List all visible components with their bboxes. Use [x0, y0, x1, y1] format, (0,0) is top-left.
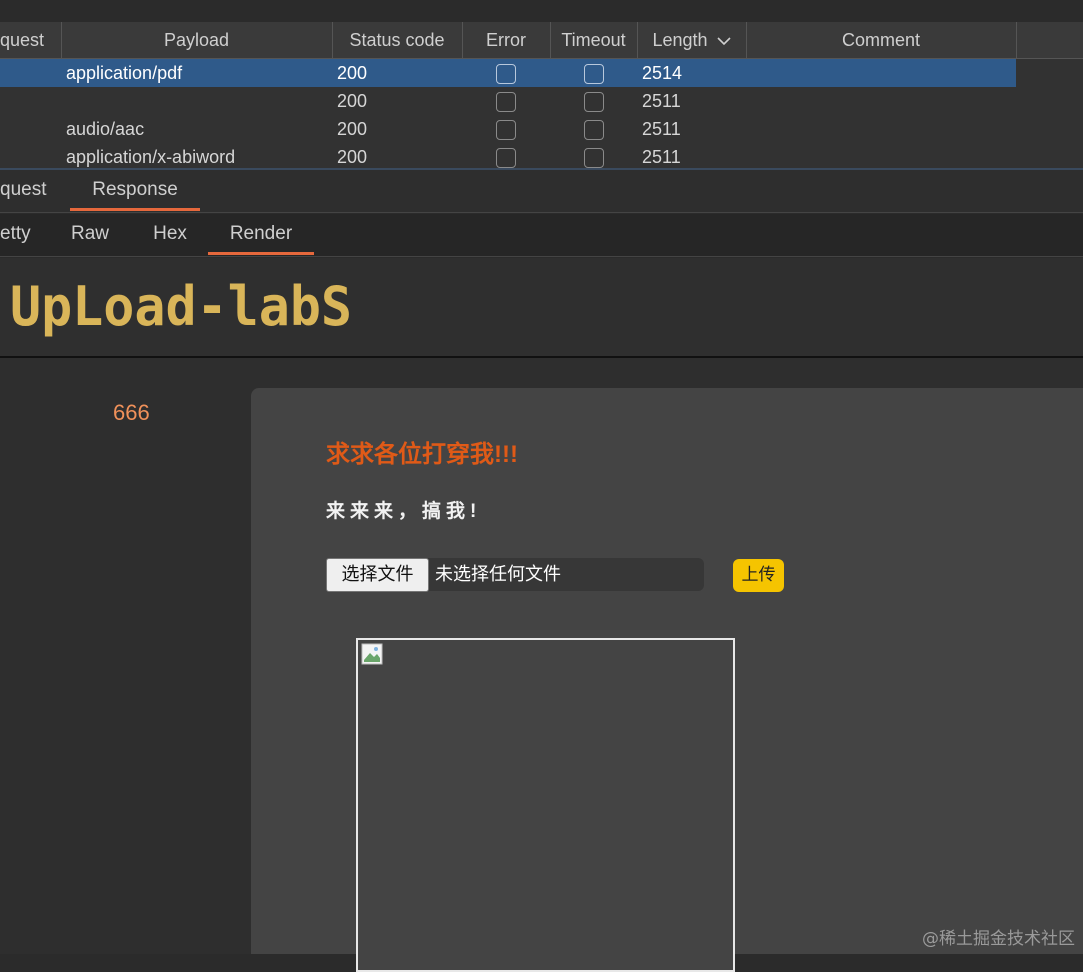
upload-button[interactable]: 上传 [733, 559, 784, 592]
length-cell: 2511 [642, 146, 681, 167]
choose-file-button[interactable]: 选择文件 [326, 558, 429, 592]
site-header: UpLoad-labS [0, 258, 1083, 358]
table-row[interactable]: audio/aac 200 2511 [0, 115, 1083, 143]
error-cell [462, 115, 550, 143]
timeout-checkbox[interactable] [583, 147, 604, 168]
column-header-length-label: Length [652, 29, 708, 50]
payload-cell: audio/aac [66, 118, 145, 139]
timeout-checkbox[interactable] [583, 91, 604, 112]
tab-response[interactable]: Response [70, 170, 200, 211]
error-cell [462, 58, 550, 87]
timeout-cell [550, 58, 637, 87]
length-cell: 2511 [642, 90, 681, 111]
table-row[interactable]: 200 2511 [0, 87, 1083, 115]
table-row[interactable]: application/pdf 200 2514 [0, 58, 1083, 87]
side-number: 666 [113, 400, 150, 425]
request-cell [0, 87, 61, 115]
length-cell: 2514 [637, 58, 746, 87]
length-cell: 2511 [642, 118, 681, 139]
error-checkbox[interactable] [496, 119, 516, 140]
error-checkbox[interactable] [496, 147, 516, 168]
column-header-timeout[interactable]: Timeout [550, 22, 638, 59]
tab-hex[interactable]: Hex [140, 214, 200, 254]
table-row[interactable]: application/x-abiword 200 2511 [0, 143, 1083, 168]
table-header-row: quest Payload Status code Error Timeout … [0, 22, 1083, 59]
top-toolbar-strip [0, 0, 1083, 23]
timeout-cell [550, 87, 637, 115]
payload-cell [61, 87, 332, 115]
page-subtitle: 来来来，搞我! [326, 501, 482, 522]
broken-image-icon [361, 643, 383, 665]
view-tabs-bar: etty Raw Hex Render [0, 214, 1083, 257]
request-cell [0, 58, 61, 87]
error-cell [462, 87, 550, 115]
error-cell [462, 143, 550, 168]
no-file-chosen-label: 未选择任何文件 [435, 564, 561, 585]
watermark: @稀土掘金技术社区 [922, 929, 1075, 949]
column-header-comment[interactable]: Comment [746, 22, 1017, 59]
tab-pretty[interactable]: etty [0, 214, 36, 254]
payload-cell: application/pdf [61, 58, 332, 87]
message-tabs-bar: quest Response [0, 170, 1083, 213]
spacer-cell [1016, 115, 1083, 143]
error-checkbox[interactable] [496, 91, 516, 112]
status-cell: 200 [332, 58, 462, 87]
payload-cell: application/x-abiword [66, 146, 236, 167]
error-checkbox[interactable] [496, 63, 516, 84]
logo-text: UpLoad-labS [10, 275, 352, 338]
intruder-results-table: quest Payload Status code Error Timeout … [0, 22, 1083, 170]
column-header-error[interactable]: Error [462, 22, 551, 59]
column-header-length[interactable]: Length [637, 22, 747, 59]
status-cell: 200 [337, 90, 368, 111]
comment-cell [746, 87, 1016, 115]
spacer-cell [1016, 143, 1083, 168]
spacer-cell [1016, 58, 1083, 87]
tab-raw[interactable]: Raw [60, 214, 120, 254]
timeout-cell [550, 115, 637, 143]
comment-cell [746, 58, 1016, 87]
comment-cell [746, 115, 1016, 143]
request-cell [0, 115, 61, 143]
column-header-request[interactable]: quest [0, 22, 62, 59]
timeout-checkbox[interactable] [583, 63, 604, 84]
timeout-checkbox[interactable] [583, 119, 604, 140]
column-header-payload[interactable]: Payload [61, 22, 333, 59]
page-heading: 求求各位打穿我!!! [326, 441, 518, 468]
upload-labs-logo: UpLoad-labS [10, 275, 352, 338]
timeout-cell [550, 143, 637, 168]
status-cell: 200 [337, 146, 368, 167]
comment-cell [746, 143, 1016, 168]
status-cell: 200 [337, 118, 368, 139]
tab-request[interactable]: quest [0, 170, 52, 210]
spacer-cell [1016, 87, 1083, 115]
column-header-spacer [1016, 22, 1083, 59]
sort-descending-icon [716, 37, 731, 45]
tab-render[interactable]: Render [208, 214, 314, 255]
uploaded-image-frame [356, 638, 735, 972]
column-header-status-code[interactable]: Status code [332, 22, 463, 59]
request-cell [0, 143, 61, 168]
